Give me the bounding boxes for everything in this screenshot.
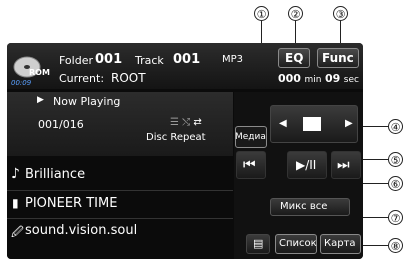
media-button[interactable]: Медиа: [235, 126, 267, 148]
play-pause-icon: ▶/II: [296, 158, 317, 172]
folder-value: 001: [95, 52, 123, 67]
eq-button[interactable]: EQ: [278, 48, 310, 68]
album-icon: 🖉: [11, 225, 24, 239]
time-seconds: 09: [324, 72, 341, 85]
list-view-icon-button[interactable]: ▤: [246, 234, 270, 254]
shuffle-all-label: Микс все: [280, 201, 328, 212]
folder-icon: [303, 117, 321, 131]
artist-icon: ▮: [12, 196, 19, 210]
track-position: 001/016: [38, 118, 84, 131]
artist-name: PIONEER TIME: [25, 196, 118, 211]
playback-mode-icons: ☰ ⤭ ⇄: [170, 117, 202, 128]
time-sec-unit: sec: [343, 75, 359, 85]
callout-7: ⑦: [388, 210, 403, 225]
left-arrow-icon: ◀: [279, 118, 287, 129]
now-playing-arrow-icon: ▶: [37, 95, 44, 105]
list-label: Список: [279, 238, 317, 249]
current-folder-value: ROOT: [111, 71, 146, 85]
callout-3: ③: [333, 6, 348, 21]
func-button[interactable]: Func: [317, 48, 359, 68]
previous-track-button[interactable]: ⏮: [236, 151, 266, 179]
music-note-icon: ♪: [11, 166, 20, 182]
folder-label: Folder: [59, 54, 93, 67]
song-title: Brilliance: [25, 167, 86, 182]
next-track-button[interactable]: ⏭: [331, 151, 361, 179]
callout-2: ②: [288, 6, 303, 21]
time-minutes: 000: [278, 72, 301, 85]
eq-label: EQ: [285, 51, 304, 65]
callout-5: ⑤: [388, 152, 403, 167]
list-icon: ▤: [253, 237, 264, 250]
previous-track-icon: ⏮: [243, 157, 256, 173]
format-label: MP3: [222, 54, 244, 65]
folder-nav-button[interactable]: ◀ ▶: [270, 105, 358, 143]
map-button[interactable]: Карта: [320, 234, 361, 254]
time-min-unit: min: [304, 75, 322, 85]
row-divider-2: [7, 218, 233, 219]
repeat-mode: Disc Repeat: [146, 132, 206, 143]
disc-rom-label: ROM: [29, 68, 50, 77]
play-pause-button[interactable]: ▶/II: [287, 151, 327, 179]
track-label: Track: [135, 54, 164, 67]
map-label: Карта: [324, 238, 356, 249]
func-label: Func: [322, 51, 354, 65]
disc-rom-icon: ROM 00:09: [11, 52, 53, 87]
now-playing-label: Now Playing: [53, 95, 121, 108]
now-playing-panel: ▶ Now Playing 001/016 ☰ ⤭ ⇄ Disc Repeat …: [7, 92, 233, 259]
head-unit-screen: ROM 00:09 Folder 001 Track 001 MP3 Curre…: [7, 43, 363, 259]
album-name: sound.vision.soul: [25, 223, 138, 238]
current-label: Current:: [59, 72, 105, 85]
callout-1: ①: [254, 6, 269, 21]
track-value: 001: [173, 52, 201, 67]
right-arrow-icon: ▶: [345, 118, 353, 129]
media-label: Медиа: [235, 132, 266, 142]
callout-4: ④: [388, 119, 403, 134]
elapsed-counter: 00:09: [11, 79, 32, 87]
callout-6: ⑥: [388, 176, 403, 191]
play-time: 000 min 09 sec: [278, 72, 359, 85]
row-divider-1: [7, 190, 233, 191]
shuffle-all-button[interactable]: Микс все: [270, 198, 350, 216]
list-button[interactable]: Список: [275, 234, 317, 254]
callout-8: ⑧: [388, 238, 403, 253]
next-track-icon: ⏭: [337, 157, 350, 173]
